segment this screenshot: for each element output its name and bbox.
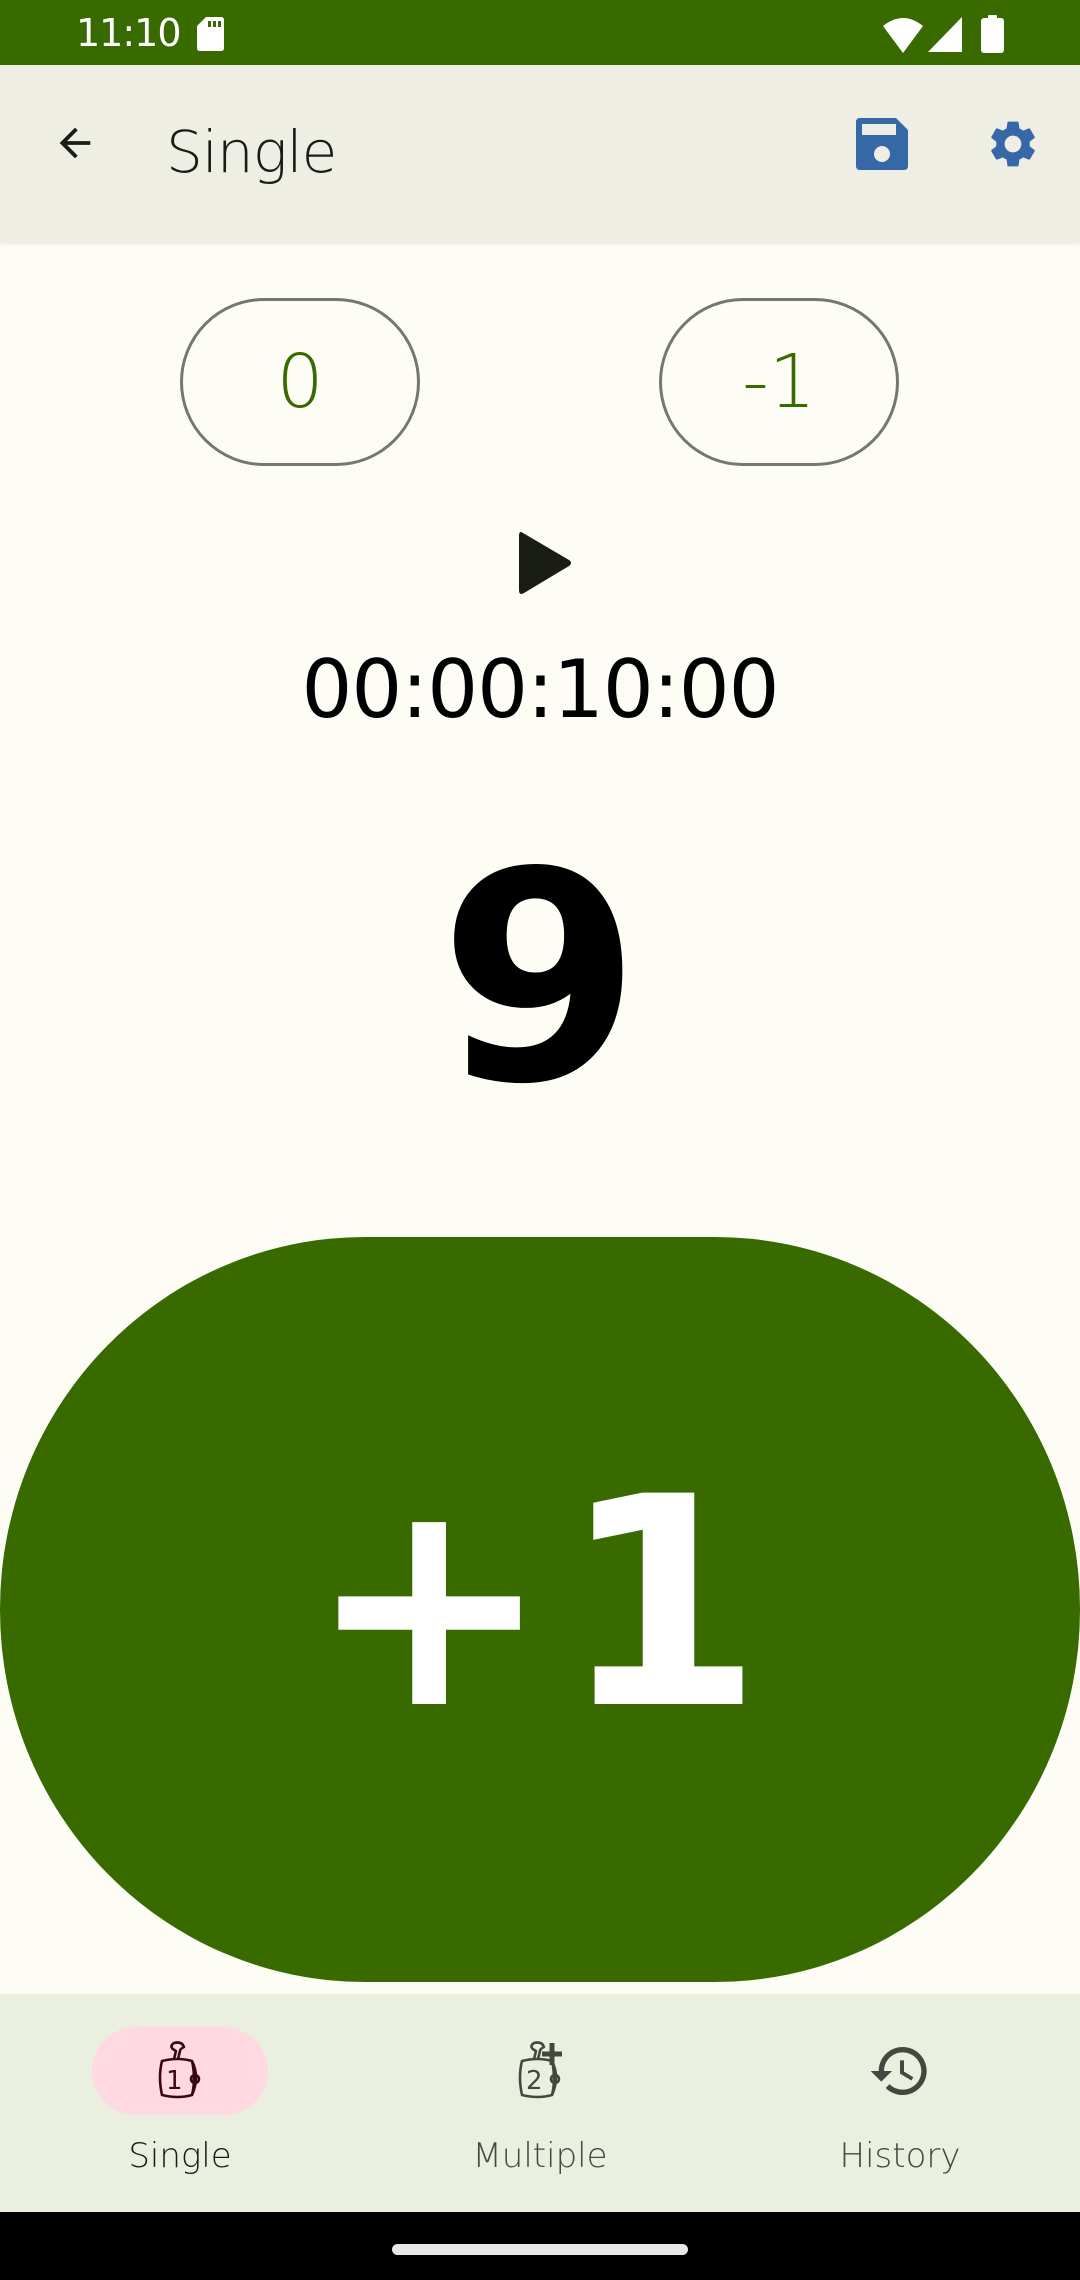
status-bar: 11:10 — [0, 0, 1080, 65]
history-icon — [870, 2047, 927, 2095]
wifi-icon — [883, 18, 923, 53]
reset-value-button[interactable]: 0 — [180, 298, 420, 466]
settings-button[interactable] — [973, 104, 1053, 184]
nav-item-single[interactable]: 1 Single — [0, 1994, 360, 2212]
system-navigation-bar — [0, 2212, 1080, 2280]
svg-text:2: 2 — [526, 2066, 543, 2096]
single-counter-icon: 1 — [158, 2041, 201, 2099]
svg-text:1: 1 — [166, 2066, 183, 2096]
play-button[interactable] — [500, 513, 592, 613]
play-icon — [519, 532, 571, 594]
page-title: Single — [166, 118, 337, 186]
home-gesture-handle[interactable] — [392, 2244, 688, 2255]
multiple-counter-icon: 2 — [518, 2041, 562, 2099]
app-bar: Single — [0, 65, 1080, 242]
status-time: 11:10 — [76, 11, 182, 55]
sd-card-icon — [197, 17, 224, 51]
save-button[interactable] — [842, 104, 922, 184]
decrement-button[interactable]: -1 — [659, 298, 899, 466]
increment-label: +1 — [307, 1436, 773, 1773]
nav-label: Multiple — [472, 2136, 608, 2176]
gear-icon — [991, 121, 1035, 167]
nav-label: Single — [128, 2136, 232, 2176]
floppy-disk-icon — [856, 118, 908, 170]
back-button[interactable] — [35, 103, 115, 183]
increment-button[interactable]: +1 — [0, 1237, 1080, 1982]
count-display: 9 — [439, 811, 641, 1148]
nav-item-multiple[interactable]: 2 Multiple — [360, 1994, 720, 2212]
bottom-navigation: 1 Single 2 Multiple History — [0, 1994, 1080, 2212]
cell-signal-icon — [928, 17, 962, 52]
nav-item-history[interactable]: History — [720, 1994, 1080, 2212]
timer-display: 00:00:10:00 — [301, 643, 779, 736]
arrow-back-icon — [59, 127, 91, 159]
nav-label: History — [839, 2136, 961, 2176]
battery-icon — [981, 15, 1004, 53]
